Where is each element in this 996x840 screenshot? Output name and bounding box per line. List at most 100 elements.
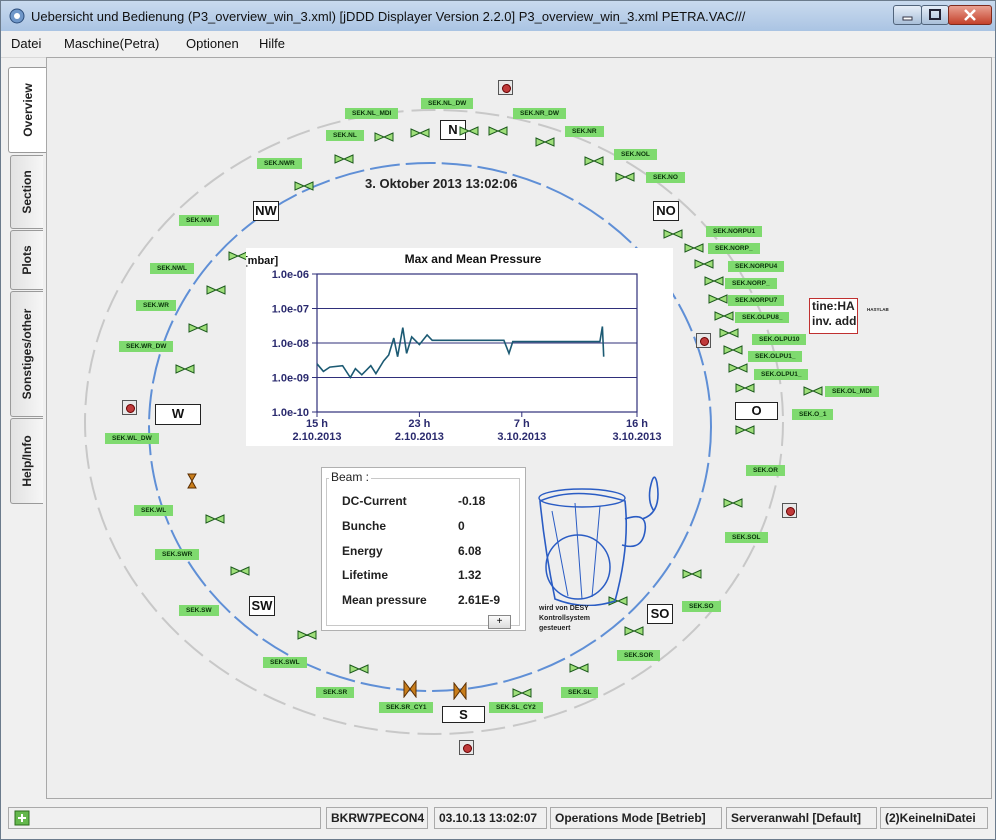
- valve-icon[interactable]: [714, 311, 734, 321]
- direction-so[interactable]: SO: [647, 604, 673, 624]
- sek-label[interactable]: SEK.OLPU1_: [754, 369, 809, 380]
- close-button[interactable]: [948, 5, 992, 25]
- sek-label[interactable]: SEK.SL_CY2: [489, 702, 543, 713]
- valve-icon[interactable]: [694, 259, 714, 269]
- sek-label[interactable]: SEK.NWR: [257, 158, 302, 169]
- sek-label[interactable]: SEK.NORPU1: [706, 226, 763, 237]
- maximize-button[interactable]: [921, 5, 949, 25]
- sek-label[interactable]: SEK.NL_DW: [421, 98, 474, 109]
- sek-label[interactable]: SEK.O_1: [792, 409, 834, 420]
- sek-label[interactable]: SEK.WR_DW: [119, 341, 174, 352]
- sek-label[interactable]: SEK.SWR: [155, 549, 200, 560]
- valve-icon[interactable]: [684, 243, 704, 253]
- valve-icon[interactable]: [728, 363, 748, 373]
- valve-icon[interactable]: [230, 566, 250, 576]
- tab-section[interactable]: Section: [10, 155, 43, 229]
- direction-nw[interactable]: NW: [253, 201, 279, 221]
- sek-label[interactable]: SEK.NR: [565, 126, 604, 137]
- direction-no[interactable]: NO: [653, 201, 679, 221]
- sek-label[interactable]: SEK.SO: [682, 601, 721, 612]
- sek-label[interactable]: SEK.SR_CY1: [379, 702, 434, 713]
- minimize-button[interactable]: [893, 5, 922, 25]
- sek-label[interactable]: SEK.NL_MDI: [345, 108, 399, 119]
- sek-label[interactable]: SEK.NOL: [614, 149, 657, 160]
- valve-icon[interactable]: [719, 328, 739, 338]
- valve-icon[interactable]: [708, 294, 728, 304]
- valve-icon[interactable]: [682, 569, 702, 579]
- direction-sw[interactable]: SW: [249, 596, 275, 616]
- valve-icon[interactable]: [410, 128, 430, 138]
- valve-icon[interactable]: [704, 276, 724, 286]
- valve-icon[interactable]: [735, 383, 755, 393]
- direction-s[interactable]: S: [442, 706, 485, 723]
- sek-label[interactable]: SEK.OR: [746, 465, 785, 476]
- sek-label[interactable]: SEK.OLPU8_: [735, 312, 790, 323]
- valve-icon[interactable]: [735, 425, 755, 435]
- menu-datei[interactable]: Datei: [11, 36, 41, 51]
- tab-help-info[interactable]: Help/Info: [10, 418, 43, 504]
- valve-icon[interactable]: [803, 386, 823, 396]
- tine-address-box[interactable]: tine:HA inv. add: [809, 298, 858, 334]
- valve-icon[interactable]: [512, 688, 532, 698]
- sek-label[interactable]: SEK.NORPU7: [728, 295, 785, 306]
- status-button[interactable]: [122, 400, 137, 415]
- valve-icon[interactable]: [535, 137, 555, 147]
- valve-icon[interactable]: [294, 181, 314, 191]
- valve-icon[interactable]: [624, 626, 644, 636]
- sek-label[interactable]: SEK.SL: [561, 687, 599, 698]
- sek-label[interactable]: SEK.NO: [646, 172, 685, 183]
- valve-icon[interactable]: [403, 680, 417, 698]
- valve-icon[interactable]: [175, 364, 195, 374]
- valve-icon[interactable]: [723, 345, 743, 355]
- sek-label[interactable]: SEK.NORP_: [725, 278, 777, 289]
- valve-icon[interactable]: [569, 663, 589, 673]
- sek-label[interactable]: SEK.OL_MDI: [825, 386, 879, 397]
- sek-label[interactable]: SEK.WL: [134, 505, 174, 516]
- valve-icon[interactable]: [615, 172, 635, 182]
- sek-label[interactable]: SEK.SWL: [263, 657, 307, 668]
- valve-icon[interactable]: [297, 630, 317, 640]
- tab-plots[interactable]: Plots: [10, 230, 43, 290]
- valve-icon[interactable]: [187, 473, 197, 489]
- menu-hilfe[interactable]: Hilfe: [259, 36, 285, 51]
- valve-icon[interactable]: [205, 514, 225, 524]
- sek-label[interactable]: SEK.NW: [179, 215, 219, 226]
- tab-sonstiges[interactable]: Sonstiges/other: [10, 291, 43, 417]
- valve-icon[interactable]: [584, 156, 604, 166]
- sek-label[interactable]: SEK.WR: [136, 300, 176, 311]
- valve-icon[interactable]: [663, 229, 683, 239]
- sek-label[interactable]: SEK.NORP_: [708, 243, 760, 254]
- beam-expand-button[interactable]: +: [488, 615, 511, 629]
- sek-label[interactable]: SEK.NWL: [150, 263, 194, 274]
- sek-label[interactable]: SEK.SW: [179, 605, 219, 616]
- valve-icon[interactable]: [334, 154, 354, 164]
- sek-label[interactable]: SEK.OLPU10: [752, 334, 807, 345]
- menu-optionen[interactable]: Optionen: [186, 36, 239, 51]
- direction-o[interactable]: O: [735, 402, 778, 420]
- valve-icon[interactable]: [459, 126, 479, 136]
- sek-label[interactable]: SEK.NORPU4: [728, 261, 785, 272]
- valve-icon[interactable]: [228, 251, 248, 261]
- direction-w[interactable]: W: [155, 404, 201, 425]
- valve-icon[interactable]: [453, 682, 467, 700]
- valve-icon[interactable]: [206, 285, 226, 295]
- valve-icon[interactable]: [188, 323, 208, 333]
- status-button[interactable]: [459, 740, 474, 755]
- valve-icon[interactable]: [374, 132, 394, 142]
- sek-label[interactable]: SEK.NL: [326, 130, 364, 141]
- status-button[interactable]: [696, 333, 711, 348]
- menu-maschine[interactable]: Maschine(Petra): [64, 36, 159, 51]
- valve-icon[interactable]: [723, 498, 743, 508]
- valve-icon[interactable]: [349, 664, 369, 674]
- sek-label[interactable]: SEK.SOL: [725, 532, 768, 543]
- sek-label[interactable]: SEK.SOR: [617, 650, 661, 661]
- pressure-series-line: [316, 326, 605, 380]
- valve-icon[interactable]: [488, 126, 508, 136]
- sek-label[interactable]: SEK.NR_DW: [513, 108, 567, 119]
- sek-label[interactable]: SEK.WL_DW: [105, 433, 159, 444]
- sek-label[interactable]: SEK.SR: [316, 687, 355, 698]
- status-button[interactable]: [782, 503, 797, 518]
- status-button[interactable]: [498, 80, 513, 95]
- tab-overview[interactable]: Overview: [8, 67, 46, 153]
- sek-label[interactable]: SEK.OLPU1_: [748, 351, 803, 362]
